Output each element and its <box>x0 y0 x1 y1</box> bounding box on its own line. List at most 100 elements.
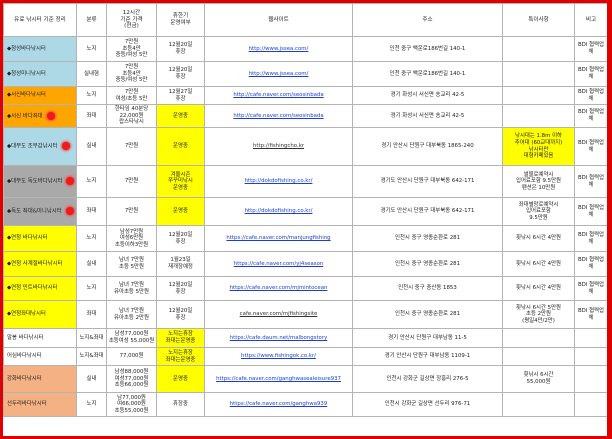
website-link[interactable]: https://cafe.naver.com/ganghwa939 <box>204 392 353 417</box>
website-link-text[interactable]: https://cafe.naver.com/mjmintocean <box>230 285 328 291</box>
website-link-text[interactable]: https://cafe.naver.com/manjungfishing <box>226 235 330 241</box>
special-cell-text: 횟낚시 6시간 5만원 초등 2만원 (평일4만/2만) <box>515 304 561 324</box>
special-cell <box>502 328 575 348</box>
note-cell: BDI 협력업체 <box>574 165 607 198</box>
website-link-text[interactable]: http://www.jssea.com/ <box>249 46 309 52</box>
price-cell-text: 남77,000원 여66,000원 초등55,000원 <box>114 394 149 414</box>
type-cell-text: 노지 <box>86 45 97 52</box>
website-link[interactable]: https://cafe.naver.com/ganghwasealeisure… <box>204 365 353 393</box>
type-cell-text: 노지 <box>86 235 97 242</box>
type-cell-text: 노지&좌대 <box>79 334 104 341</box>
address-cell: 경기 안산시 단원구 대부북동 1865-240 <box>352 127 503 166</box>
address-cell: 경기 화성시 서신면 송교리 42-5 <box>352 86 503 105</box>
website-link[interactable]: http://dokdofishing.co.kr/ <box>204 165 353 198</box>
website-link-text[interactable]: cafe.naver.com/mjfishingsite <box>240 311 318 317</box>
name-cell-text: 선두리바다낚시터 <box>7 401 47 408</box>
note-cell: BDI 협력업체 <box>574 86 607 105</box>
website-link-text[interactable]: https://cafe.naver.com/ganghwa939 <box>230 401 328 407</box>
type-cell: 노지 <box>76 392 107 417</box>
hours-cell-text: 12월20일 휴장 <box>168 42 193 55</box>
website-link[interactable]: http://fishingcho.kr <box>204 127 353 166</box>
website-link-text[interactable]: https://cafe.naver.com/yj4season <box>234 261 324 267</box>
website-link-text[interactable]: http://fishingcho.kr <box>253 143 304 149</box>
note-cell: BDI 협력업체 <box>574 104 607 128</box>
price-cell: 77,000원 <box>106 347 157 366</box>
website-link[interactable]: http://www.jssea.com/ <box>204 61 353 87</box>
address-cell: 인천시 중구 영종순환로 281 <box>352 300 503 329</box>
price-cell: 남녀 7만원 유아초등 5만원 <box>106 276 157 301</box>
hours-cell-text: 12월20일 휴장 <box>168 281 193 295</box>
website-link-text[interactable]: http://cafe.naver.com/seosinbada <box>233 113 323 119</box>
header-special: 특이사항 <box>502 3 575 37</box>
table-row: ◆연청좌대낚시터 좌대 남녀 7만원 유아초등 2만원 12월20일 휴장 cafe.n… <box>3 300 607 329</box>
name-cell: ◆독도 좌대&미니낚시터 <box>3 197 77 226</box>
hours-cell: 12월27일 휴장 <box>156 86 205 105</box>
website-link-text[interactable]: https://cafe.daum.net/malbongstory <box>230 335 328 341</box>
website-link-text[interactable]: http://dokdofishing.co.kr/ <box>245 208 313 214</box>
website-link-text[interactable]: http://www.jssea.com/ <box>249 71 309 77</box>
special-cell-text: 횟낚시 6시간 4만원 <box>515 235 561 242</box>
type-cell-text: 실내 <box>86 375 97 382</box>
type-cell-text: 좌대 <box>86 208 97 215</box>
table-row: ◆서신바다낚시터 노지 7만원 여성/초등 5만 12월27일 휴장 http://ca… <box>3 86 607 105</box>
header-type: 분류 <box>76 3 107 37</box>
website-link[interactable]: http://www.jssea.com/ <box>204 36 353 62</box>
type-cell: 실내 <box>76 365 107 393</box>
address-cell: 인천시 강화군 길상면 장흥리 276-5 <box>352 365 503 393</box>
special-cell <box>502 61 575 87</box>
fishing-spot-table: 유료 낚시터 기준 정리 분류 12시간 기준 가격 (현금) 휴한기 운영여부… <box>3 3 607 417</box>
price-cell-text: 77,000원 <box>119 353 144 360</box>
note-cell-text: BDI 협력업체 <box>577 139 605 153</box>
name-cell-text: 강화바다낚시터 <box>7 375 42 382</box>
type-cell-text: 실내형 <box>84 70 99 77</box>
address-cell: 경기 안산시 단원구 대부남동 1109-1 <box>352 347 503 366</box>
header-addr: 주소 <box>352 3 503 37</box>
special-cell-text: 낚시대는 1.8m 이하 추어대 (60교대까지) 낚시터만 대형카페있음 <box>514 133 563 160</box>
special-cell: 좌대별망로예약시 입어료포함 9.5만원 <box>502 197 575 226</box>
name-cell-text: 말봉 바다낚시터 <box>7 334 44 341</box>
name-cell-text: ◆서신 바다좌대 <box>7 113 43 120</box>
website-link[interactable]: http://dokdofishing.co.kr/ <box>204 197 353 226</box>
header-note: 비고 <box>574 3 607 37</box>
header-price: 12시간 기준 가격 (현금) <box>106 3 157 37</box>
website-link[interactable]: https://www.fishingok.co.kr/ <box>204 347 353 366</box>
note-cell-text: BDI 협력업체 <box>577 231 605 245</box>
price-cell: 남77,000원 여66,000원 초등55,000원 <box>106 392 157 417</box>
address-cell-text: 경기도 안산시 단원구 대부북동 642-171 <box>380 178 475 185</box>
website-link[interactable]: https://cafe.daum.net/malbongstory <box>204 328 353 348</box>
price-cell: 남성77,000원 초등여성 55,000원 <box>106 328 157 348</box>
website-link[interactable]: https://cafe.naver.com/manjungfishing <box>204 225 353 252</box>
table-row: ◆서신 바다좌대 좌대 한타임 40분당 22,000원 랍스타낚시 운영중 http:… <box>3 104 607 128</box>
hours-cell: 12월20일 휴장 <box>156 276 205 301</box>
table-row: ◆독도 좌대&미니낚시터 좌대 7만원 운영중 http://dokdofishing.… <box>3 197 607 226</box>
website-link[interactable]: cafe.naver.com/mjfishingsite <box>204 300 353 329</box>
header-name: 유료 낚시터 기준 정리 <box>3 3 77 37</box>
website-link[interactable]: https://cafe.naver.com/mjmintocean <box>204 276 353 301</box>
website-link[interactable]: http://cafe.naver.com/seosinbada <box>204 86 353 105</box>
note-cell: BDI 협력업체 <box>574 300 607 329</box>
website-link-text[interactable]: https://cafe.naver.com/ganghwasealeisure… <box>216 376 341 382</box>
price-cell: 7만원 초등4만 중등/여성 5만 <box>106 36 157 62</box>
address-cell-text: 경기 안산시 단원구 대부남동 1109-1 <box>384 353 471 360</box>
type-cell-text: 좌대 <box>86 311 97 318</box>
website-link-text[interactable]: http://dokdofishing.co.kr/ <box>245 178 313 184</box>
address-cell-text: 경기 안산시 단원구 대부북동 1865-240 <box>381 143 474 150</box>
note-cell-text: BDI 협력업체 <box>577 204 605 218</box>
special-cell: 썰물로예약시 입어료포함 9.5만원 팬션은 10만원 <box>502 165 575 198</box>
table-row: ◆연청 사계절바다낚시터 실내 남녀 7만원 초등 5만원 1월23일 재개장예정 ht… <box>3 251 607 277</box>
hours-cell: 운영중 <box>156 197 205 226</box>
hours-cell: 12월20일 휴장 <box>156 61 205 87</box>
table-body: ◆청성바다낚시터 노지 7만원 초등4만 중등/여성 5만 12월20일 휴장 http… <box>3 36 607 417</box>
special-cell <box>502 86 575 105</box>
website-link-text[interactable]: https://www.fishingok.co.kr/ <box>241 353 316 359</box>
website-link-text[interactable]: http://cafe.naver.com/seosinbada <box>233 92 323 98</box>
price-cell-text: 7만원 여성/초등 5만 <box>115 88 148 102</box>
red-marker-icon <box>65 207 74 216</box>
note-cell <box>574 365 607 393</box>
type-cell-text: 노지&좌대 <box>79 353 104 360</box>
website-link[interactable]: https://cafe.naver.com/yj4season <box>204 251 353 277</box>
name-cell: 강화바다낚시터 <box>3 365 77 393</box>
website-link[interactable]: http://cafe.naver.com/seosinbada <box>204 104 353 128</box>
price-cell-text: 남녀 7만원 초등 5만원 <box>119 257 144 270</box>
note-cell-text: BDI 협력업체 <box>577 307 605 321</box>
